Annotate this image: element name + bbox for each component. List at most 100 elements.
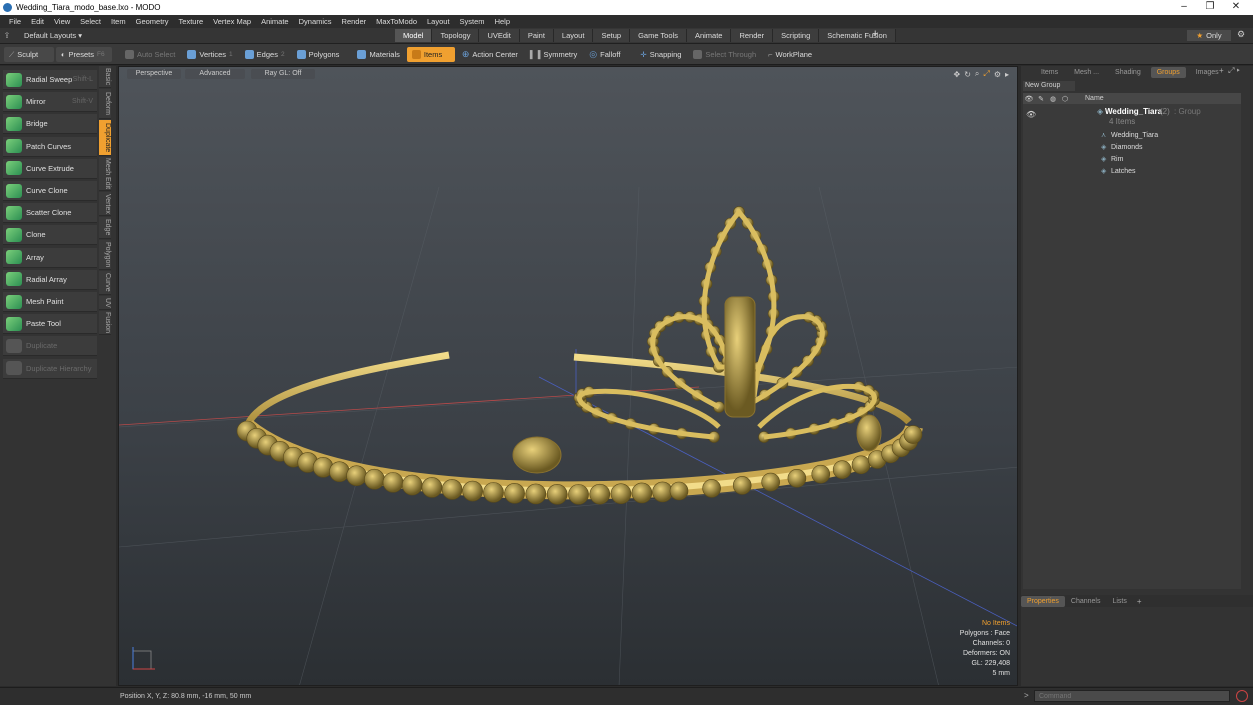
tool-duplicate[interactable]: Duplicate [3,336,97,357]
side-tab-curve[interactable]: Curve [99,271,111,295]
group-visibility-icon[interactable]: 👁 [1026,110,1036,119]
lock-icon[interactable]: ✎ [1035,95,1047,103]
add-layout-icon[interactable]: + [872,28,878,40]
select-icon[interactable]: ⬡ [1059,95,1071,103]
minimize-icon[interactable]: – [1170,0,1198,15]
add-tab-icon[interactable]: + [1137,597,1142,606]
workplane-button[interactable]: ⌐ WorkPlane [763,47,817,62]
no-items-label: No Items [981,620,1010,627]
tool-scatter-clone[interactable]: Scatter Clone [3,203,97,224]
layout-tab-scripting[interactable]: Scripting [773,29,820,42]
menu-edit[interactable]: Edit [26,15,49,28]
only-button[interactable]: ★ Only [1187,30,1231,41]
menu-file[interactable]: File [4,15,26,28]
3d-viewport[interactable]: Perspective Advanced Ray GL: Off ✥ ↻ ⌕ ⤢… [118,66,1018,686]
items-button[interactable]: Items [406,46,455,62]
menu-select[interactable]: Select [75,15,106,28]
side-tab-uv[interactable]: UV [99,296,111,310]
side-tab-edge[interactable]: Edge [99,217,111,239]
side-tab-fusion[interactable]: Fusion [99,311,111,335]
menu-animate[interactable]: Animate [256,15,294,28]
bottom-tab-channels[interactable]: Channels [1065,596,1107,607]
bottom-tab-lists[interactable]: Lists [1106,596,1132,607]
menu-item[interactable]: Item [106,15,131,28]
materials-button[interactable]: Materials [352,47,404,62]
menu-system[interactable]: System [455,15,490,28]
settings-gear-icon[interactable]: ⚙ [1237,29,1245,40]
layout-tab-model[interactable]: Model [395,29,433,42]
symmetry-button[interactable]: ▌▐ Symmetry [525,47,582,62]
tool-paste-tool[interactable]: Paste Tool [3,314,97,335]
command-input[interactable] [1034,690,1230,702]
tool-bridge[interactable]: Bridge [3,114,97,135]
right-tab-groups[interactable]: Groups [1150,67,1186,78]
group-row[interactable]: 👁 ◈ Wedding_Tiara (2) : Group 4 Items [1023,106,1241,128]
group-child-diamonds[interactable]: ◈ Diamonds [1023,142,1241,153]
menu-layout[interactable]: Layout [422,15,455,28]
menu-vertex-map[interactable]: Vertex Map [208,15,256,28]
tool-curve-extrude[interactable]: Curve Extrude [3,158,97,179]
child-item-icon: ◈ [1101,156,1107,163]
layout-tab-schematic-fusion[interactable]: Schematic Fusion [819,29,896,42]
visibility-icon[interactable]: 👁 [1023,95,1035,103]
tool-array[interactable]: Array [3,247,97,268]
menu-maxtomodo[interactable]: MaxToModo [371,15,422,28]
auto-select-button[interactable]: Auto Select [120,47,180,62]
close-icon[interactable]: ✕ [1222,0,1250,15]
render-icon[interactable]: ◍ [1047,95,1059,103]
tool-clone[interactable]: Clone [3,225,97,246]
sculpt-button[interactable]: ⟋ Sculpt [4,46,54,62]
tool-patch-curves[interactable]: Patch Curves [3,136,97,157]
side-tab-deform[interactable]: Deform [99,89,111,119]
group-child-wedding-tiara[interactable]: ⋏ Wedding_Tiara [1023,130,1241,141]
menu-dynamics[interactable]: Dynamics [294,15,337,28]
group-icon: ◈ [1097,107,1104,116]
menu-view[interactable]: View [49,15,75,28]
side-tab-basic[interactable]: Basic [99,66,111,88]
falloff-button[interactable]: ◎ Falloff [584,47,625,62]
group-child-rim[interactable]: ◈ Rim [1023,154,1241,165]
side-tab-polygon[interactable]: Polygon [99,240,111,270]
restore-icon[interactable]: ❐ [1196,0,1224,15]
tool-radial-array[interactable]: Radial Array [3,269,97,290]
vertices-button[interactable]: Vertices 1 [182,47,237,62]
bottom-tab-properties[interactable]: Properties [1021,595,1065,607]
layout-tab-game-tools[interactable]: Game Tools [630,29,687,42]
layout-tab-topology[interactable]: Topology [432,29,480,42]
tool-curve-clone[interactable]: Curve Clone [3,181,97,201]
select-through-button[interactable]: Select Through [688,47,761,62]
menu-texture[interactable]: Texture [174,15,209,28]
menu-help[interactable]: Help [490,15,515,28]
edges-button[interactable]: Edges 2 [240,47,290,62]
menu-geometry[interactable]: Geometry [131,15,174,28]
tool-duplicate-hierarchy[interactable]: Duplicate Hierarchy [3,358,97,379]
layout-tab-animate[interactable]: Animate [686,29,732,42]
layout-tab-paint[interactable]: Paint [519,29,554,42]
layout-tab-setup[interactable]: Setup [593,29,631,42]
edges-icon [244,49,254,59]
command-record-icon[interactable] [1236,690,1248,702]
group-child-latches[interactable]: ◈ Latches [1023,166,1241,177]
new-group-button[interactable]: New Group [1023,81,1075,91]
polygons-button[interactable]: Polygons [292,47,345,62]
side-tab-vertex[interactable]: Vertex [99,192,111,216]
layout-arrow-icon[interactable]: ⇪ [0,31,14,40]
right-tab-items[interactable]: Items [1035,67,1064,78]
side-tab-mesh-edit[interactable]: Mesh Edit [99,157,111,191]
right-tab-shading[interactable]: Shading [1109,67,1147,78]
default-layouts-dropdown[interactable]: Default Layouts ▾ [24,31,82,40]
right-tab-mesh[interactable]: Mesh ... [1068,67,1105,78]
layout-tab-layout[interactable]: Layout [553,29,594,42]
child-item-icon: ◈ [1101,144,1107,151]
snapping-button[interactable]: ✛ Snapping [635,47,686,62]
mirror-icon [6,94,22,109]
tool-radial-sweep[interactable]: Radial Sweep Shift-L [3,70,97,90]
side-tab-duplicate[interactable]: Duplicate [99,120,111,156]
action-center-button[interactable]: ⊕ Action Center [457,47,523,62]
tool-mirror[interactable]: Mirror Shift-V [3,92,97,113]
menu-render[interactable]: Render [337,15,372,28]
presets-button[interactable]: ◐ Presets F6 [56,46,112,62]
layout-tab-render[interactable]: Render [731,29,774,42]
tool-mesh-paint[interactable]: Mesh Paint [3,292,97,312]
layout-tab-uvedit[interactable]: UVEdit [479,29,520,42]
